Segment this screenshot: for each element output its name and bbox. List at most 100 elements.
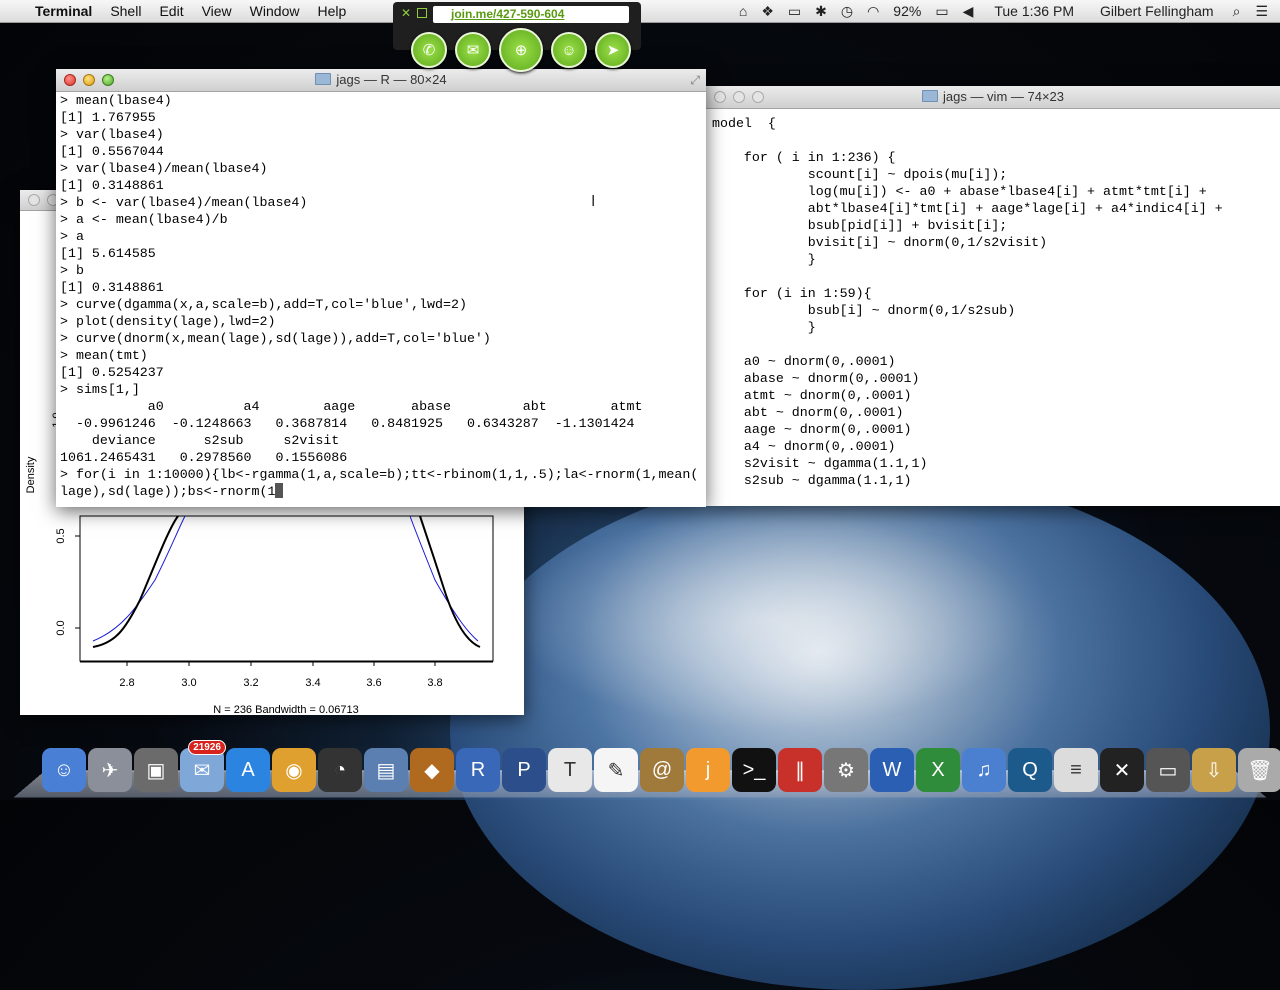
vim-titlebar[interactable]: jags — vim — 74×23 bbox=[706, 86, 1280, 109]
close-button[interactable] bbox=[28, 194, 40, 206]
close-button[interactable] bbox=[714, 91, 726, 103]
r-terminal-window[interactable]: jags — R — 80×24 ⤢ > mean(lbase4) [1] 1.7… bbox=[56, 69, 706, 507]
dock-downloads-icon[interactable]: ⇩ bbox=[1192, 748, 1236, 792]
battery-icon[interactable]: ▭ bbox=[928, 3, 955, 20]
dock-trash-icon[interactable]: 🗑 bbox=[1238, 748, 1280, 792]
dock-plist-icon[interactable]: ≡ bbox=[1054, 748, 1098, 792]
console-line: for ( i in 1:236) { bbox=[712, 150, 896, 165]
dropbox-icon[interactable]: ❖ bbox=[754, 3, 781, 20]
user-name[interactable]: Gilbert Fellingham bbox=[1088, 3, 1226, 19]
r-titlebar[interactable]: jags — R — 80×24 ⤢ bbox=[56, 69, 706, 92]
dock-textedit-icon[interactable]: ✎ bbox=[594, 748, 638, 792]
dock-word-icon[interactable]: W bbox=[870, 748, 914, 792]
battery-label[interactable]: 92% bbox=[886, 3, 928, 19]
dock-x11-icon[interactable]: ✕ bbox=[1100, 748, 1144, 792]
dock-dashboard-icon[interactable]: ◔ bbox=[318, 748, 362, 792]
console-line: -0.9961246 -0.1248663 0.3687814 0.848192… bbox=[60, 416, 635, 431]
dock-photo-booth-icon[interactable]: ▣ bbox=[134, 748, 178, 792]
console-line: > a bbox=[60, 229, 84, 244]
menu-view[interactable]: View bbox=[193, 3, 241, 19]
console-line: s2visit ~ dgamma(1.1,1) bbox=[712, 456, 928, 471]
dock-latex-icon[interactable]: T bbox=[548, 748, 592, 792]
dock-quicktime-icon[interactable]: Q bbox=[1008, 748, 1052, 792]
console-line: deviance s2sub s2visit bbox=[60, 433, 340, 448]
time-machine-icon[interactable]: ◷ bbox=[834, 3, 860, 20]
dock-launchpad-icon[interactable]: ✈ bbox=[88, 748, 132, 792]
mail-unread-badge: 21926 bbox=[188, 740, 226, 755]
joinme-url-link[interactable]: join.me/427-590-604 bbox=[433, 6, 629, 23]
fullscreen-icon[interactable]: ⤢ bbox=[690, 69, 700, 91]
dock-itunes-icon[interactable]: ♫ bbox=[962, 748, 1006, 792]
dock-system-preferences-icon[interactable]: ⚙ bbox=[824, 748, 868, 792]
chat-icon[interactable]: ✉ bbox=[455, 32, 491, 68]
console-line: bsub[pid[i]] + bvisit[i]; bbox=[712, 218, 1008, 233]
console-line: [1] 1.767955 bbox=[60, 110, 156, 125]
console-line: log(mu[i]) <- a0 + abase*lbase4[i] + atm… bbox=[712, 184, 1207, 199]
joinme-restore-icon[interactable] bbox=[417, 8, 427, 18]
x-tick-36: 3.6 bbox=[366, 677, 381, 689]
folder-icon bbox=[315, 73, 332, 85]
menu-help[interactable]: Help bbox=[308, 3, 355, 19]
pointer-icon[interactable]: ➤ bbox=[595, 32, 631, 68]
x-tick-34: 3.4 bbox=[305, 677, 320, 689]
console-line: [1] 0.5254237 bbox=[60, 365, 164, 380]
dock-terminal-window-icon[interactable]: ▭ bbox=[1146, 748, 1190, 792]
y-tick-0: 0.0 bbox=[55, 620, 67, 635]
home-sync-icon[interactable]: ⌂ bbox=[732, 3, 754, 19]
dock-parallels-icon[interactable]: ∥ bbox=[778, 748, 822, 792]
dock-address-book-icon[interactable]: @ bbox=[640, 748, 684, 792]
app-menu[interactable]: Terminal bbox=[26, 3, 101, 19]
joinme-close-icon[interactable]: ✕ bbox=[401, 6, 411, 20]
dock-app-store-icon[interactable]: A bbox=[226, 748, 270, 792]
vim-editor-content[interactable]: model { for ( i in 1:236) { scount[i] ~ … bbox=[706, 109, 1280, 489]
console-line: model { bbox=[712, 116, 776, 131]
spotlight-search-icon[interactable]: ⌕ bbox=[1226, 3, 1248, 20]
display-icon[interactable]: ▭ bbox=[781, 3, 808, 20]
zoom-button[interactable] bbox=[752, 91, 764, 103]
participants-icon[interactable]: ☺ bbox=[551, 32, 587, 68]
zoom-button[interactable] bbox=[102, 74, 114, 86]
console-line: > curve(dgamma(x,a,scale=b),add=T,col='b… bbox=[60, 297, 467, 312]
x-axis-label: N = 236 Bandwidth = 0.06713 bbox=[213, 704, 359, 715]
vim-terminal-window[interactable]: jags — vim — 74×23 model { for ( i in 1:… bbox=[706, 86, 1280, 506]
dock-chrome-icon[interactable]: ◉ bbox=[272, 748, 316, 792]
dock-mail-icon[interactable]: ✉ 21926 bbox=[180, 740, 226, 792]
minimize-button[interactable] bbox=[83, 74, 95, 86]
wifi-icon[interactable]: ◠ bbox=[860, 3, 886, 20]
dock-terminal-icon[interactable]: >_ bbox=[732, 748, 776, 792]
dock-pandora-icon[interactable]: P bbox=[502, 748, 546, 792]
dock-join-me-icon[interactable]: j bbox=[686, 748, 730, 792]
volume-icon[interactable]: ◀ bbox=[956, 3, 981, 20]
console-line: bvisit[i] ~ dnorm(0,1/s2visit) bbox=[712, 235, 1048, 250]
console-line: abt ~ dnorm(0,.0001) bbox=[712, 405, 904, 420]
text-cursor bbox=[275, 483, 284, 498]
dock-excel-icon[interactable]: X bbox=[916, 748, 960, 792]
dock-preview-icon[interactable]: ▤ bbox=[364, 748, 408, 792]
console-line: } bbox=[712, 320, 816, 335]
zoom-magnifier-icon[interactable]: ⊕ bbox=[499, 28, 543, 72]
close-button[interactable] bbox=[64, 74, 76, 86]
console-line: > b bbox=[60, 263, 84, 278]
menu-shell[interactable]: Shell bbox=[101, 3, 150, 19]
menu-edit[interactable]: Edit bbox=[150, 3, 192, 19]
joinme-toolbar[interactable]: ✕ join.me/427-590-604 ✆ ✉ ⊕ ☺ ➤ bbox=[393, 2, 641, 72]
console-line: > var(lbase4) bbox=[60, 127, 164, 142]
vim-window-title: jags — vim — 74×23 bbox=[942, 89, 1065, 104]
dock-r-icon[interactable]: R bbox=[456, 748, 500, 792]
minimize-button[interactable] bbox=[733, 91, 745, 103]
notification-list-icon[interactable]: ☰ bbox=[1247, 3, 1280, 20]
console-line: [1] 0.3148861 bbox=[60, 280, 164, 295]
bluetooth-icon[interactable]: ✱ bbox=[808, 3, 834, 20]
phone-icon[interactable]: ✆ bbox=[411, 32, 447, 68]
r-console-content[interactable]: > mean(lbase4) [1] 1.767955 > var(lbase4) [… bbox=[56, 92, 706, 500]
console-line: > sims[1,] bbox=[60, 382, 140, 397]
console-line: a0 a4 aage abase abt atmt bbox=[60, 399, 643, 414]
menu-window[interactable]: Window bbox=[241, 3, 309, 19]
clock[interactable]: Tue 1:36 PM bbox=[980, 3, 1088, 19]
dock-growl-icon[interactable]: ◆ bbox=[410, 748, 454, 792]
dock-finder-icon[interactable]: ☺ bbox=[42, 748, 86, 792]
console-line: a0 ~ dnorm(0,.0001) bbox=[712, 354, 896, 369]
